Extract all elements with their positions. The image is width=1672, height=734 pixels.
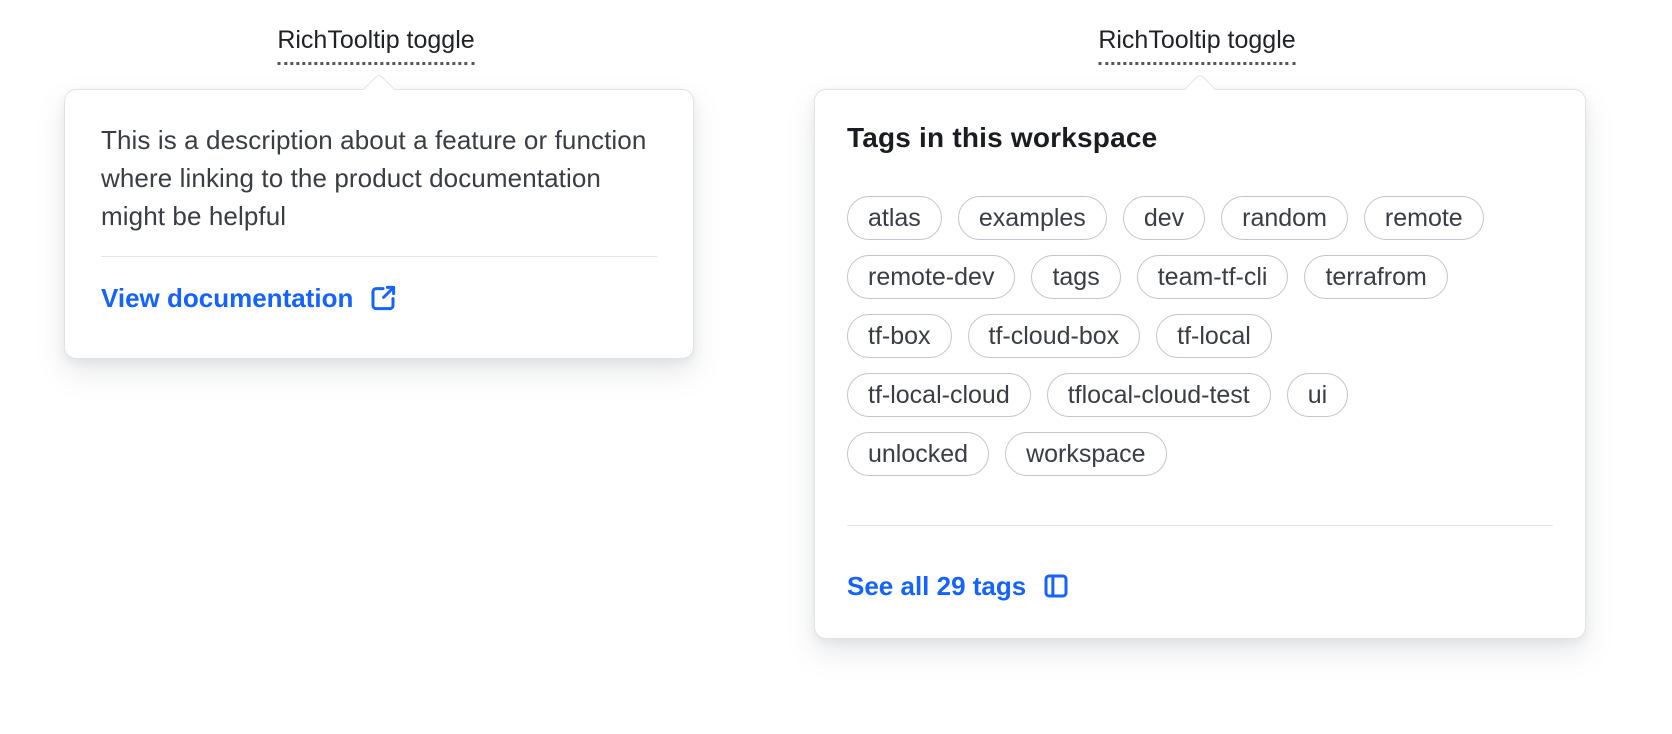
tag-pill: examples — [957, 196, 1107, 240]
tag-row: tf-box tf-cloud-box tf-local — [847, 314, 1553, 358]
tag-pill: random — [1221, 196, 1348, 240]
tag-pill: ui — [1286, 373, 1349, 417]
tag-pill: tf-cloud-box — [967, 314, 1141, 358]
tooltip-card-tags: Tags in this workspace atlas examples dev r… — [814, 73, 1586, 639]
see-all-tags-label: See all 29 tags — [847, 571, 1027, 601]
tag-pill: tags — [1031, 255, 1121, 299]
tag-pill: tf-box — [847, 314, 952, 358]
tooltip-description: This is a description about a feature or… — [101, 125, 647, 231]
richtooltip-toggle-left[interactable]: RichTooltip toggle — [277, 24, 475, 65]
view-documentation-label: View documentation — [101, 283, 354, 313]
tag-row: unlocked workspace — [847, 432, 1553, 476]
tag-pill: remote — [1363, 196, 1484, 240]
divider — [847, 525, 1553, 526]
tag-pill: unlocked — [847, 432, 990, 476]
tag-pill: atlas — [847, 196, 942, 240]
tooltip-caret — [1183, 73, 1217, 106]
external-link-icon — [368, 283, 398, 313]
tag-row: atlas examples dev random remote — [847, 196, 1553, 240]
richtooltip-toggle-right[interactable]: RichTooltip toggle — [1098, 24, 1296, 65]
view-documentation-link[interactable]: View documentation — [101, 282, 398, 314]
tag-pill: tf-local-cloud — [847, 373, 1031, 417]
tooltip-card-documentation: This is a description about a feature or… — [64, 73, 694, 359]
tooltip-caret — [362, 73, 396, 106]
tag-list: atlas examples dev random remote remote-dev ta… — [847, 196, 1553, 476]
see-all-tags-link[interactable]: See all 29 tags — [847, 570, 1071, 602]
tag-row: remote-dev tags team-tf-cli terrafrom — [847, 255, 1553, 299]
tag-pill: tf-local — [1156, 314, 1272, 358]
tag-pill: terrafrom — [1304, 255, 1448, 299]
tag-pill: tflocal-cloud-test — [1046, 373, 1271, 417]
tag-pill: team-tf-cli — [1136, 255, 1289, 299]
divider — [101, 256, 657, 257]
tag-row: tf-local-cloud tflocal-cloud-test ui — [847, 373, 1553, 417]
tag-pill: dev — [1122, 196, 1206, 240]
sidebar-icon — [1041, 571, 1071, 601]
tags-heading: Tags in this workspace — [847, 122, 1158, 153]
tag-pill: workspace — [1005, 432, 1167, 476]
tag-pill: remote-dev — [847, 255, 1016, 299]
